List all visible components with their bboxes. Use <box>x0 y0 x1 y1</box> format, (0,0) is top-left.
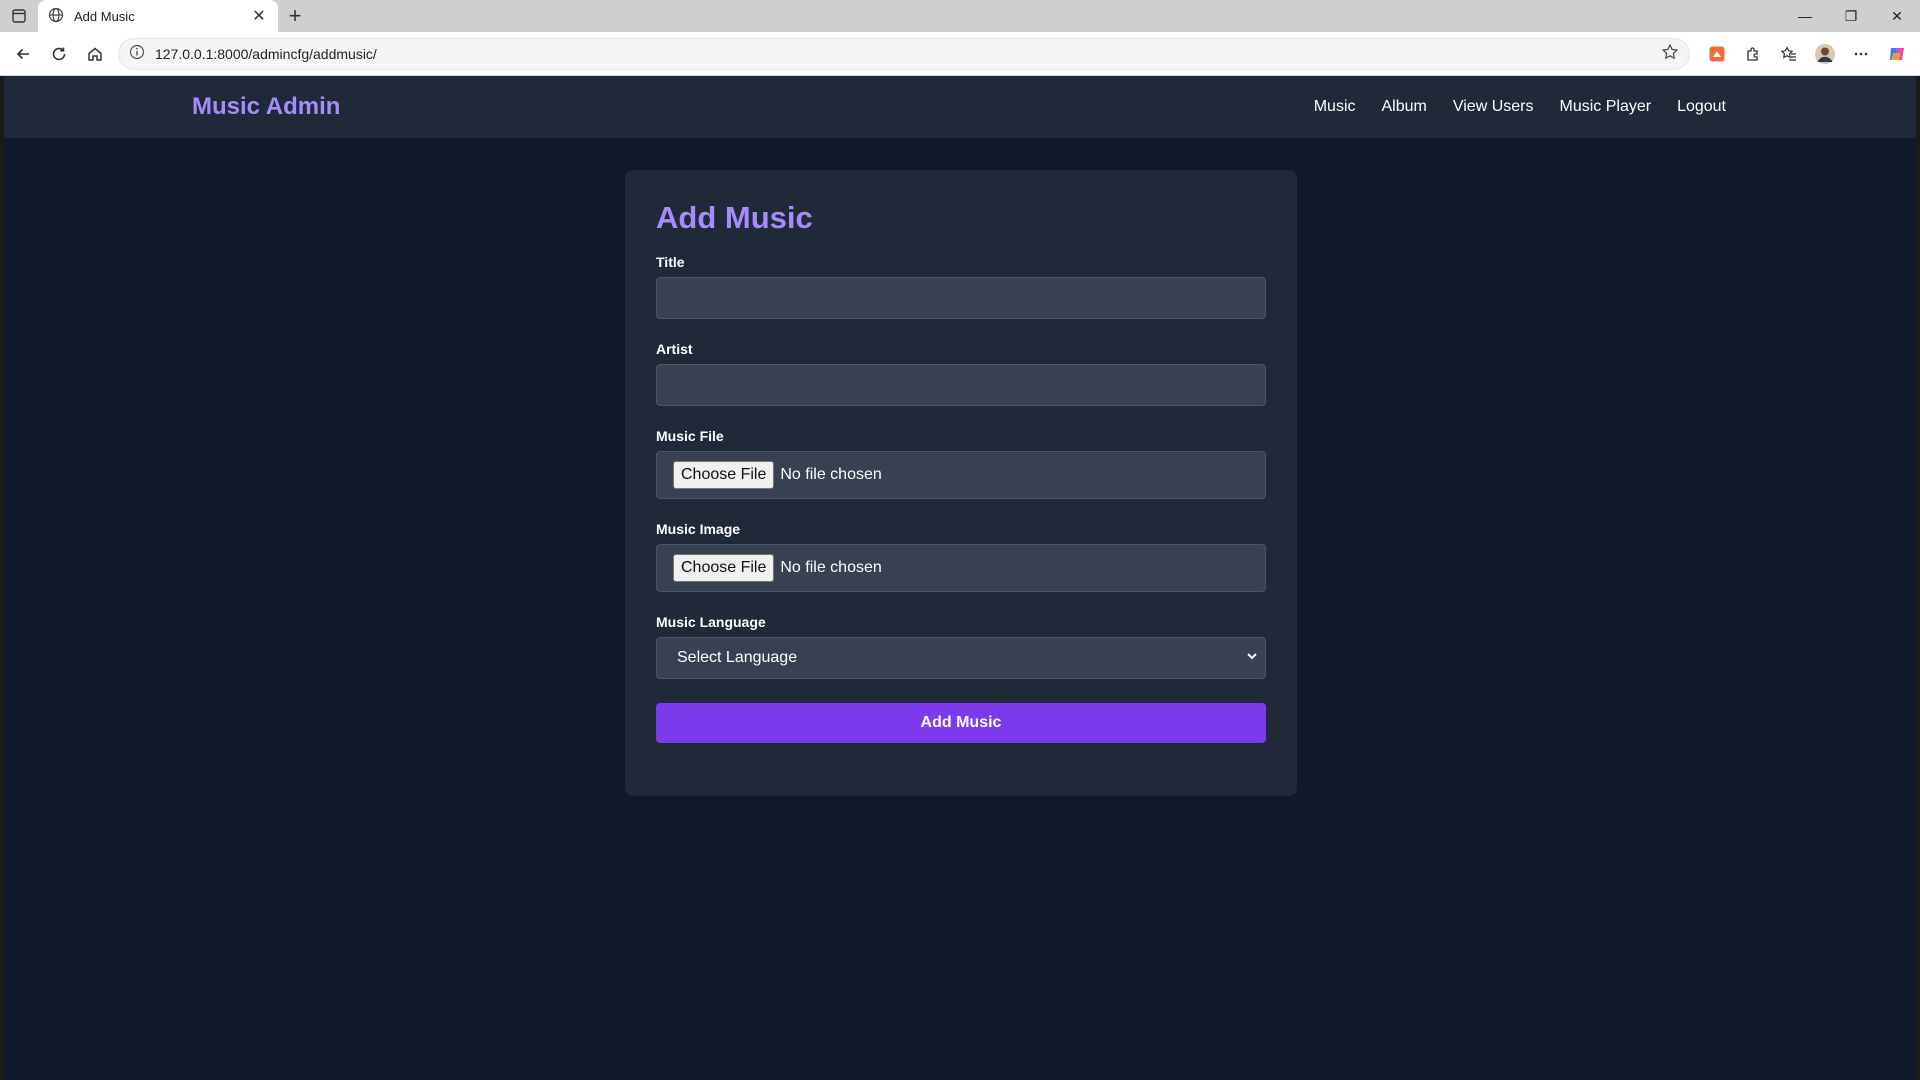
music-language-select[interactable]: Select Language <box>656 637 1266 679</box>
globe-icon <box>48 7 64 26</box>
music-image-field-group: Music Image Choose File No file chosen <box>656 521 1266 592</box>
site-navbar: Music Admin Music Album View Users Music… <box>4 76 1916 138</box>
favorite-star-icon[interactable] <box>1661 43 1679 64</box>
language-field-group: Music Language Select Language <box>656 614 1266 679</box>
home-icon[interactable] <box>78 37 112 71</box>
browser-toolbar: 127.0.0.1:8000/admincfg/addmusic/ <box>0 32 1920 76</box>
nav-link-music-player[interactable]: Music Player <box>1559 98 1651 116</box>
title-field-group: Title <box>656 254 1266 319</box>
music-file-input[interactable]: Choose File No file chosen <box>656 451 1266 499</box>
music-file-choose-button[interactable]: Choose File <box>673 461 775 489</box>
chevron-down-icon <box>1245 649 1259 668</box>
site-info-icon[interactable] <box>129 44 145 63</box>
extension-orange-icon[interactable] <box>1700 37 1734 71</box>
reload-icon[interactable] <box>42 37 76 71</box>
restore-icon[interactable]: ❐ <box>1828 0 1874 32</box>
extensions-puzzle-icon[interactable] <box>1736 37 1770 71</box>
nav-link-music[interactable]: Music <box>1314 98 1356 116</box>
nav-link-view-users[interactable]: View Users <box>1453 98 1534 116</box>
music-image-choose-button[interactable]: Choose File <box>673 554 775 582</box>
back-icon[interactable] <box>6 37 40 71</box>
brand-logo-text[interactable]: Music Admin <box>192 93 340 121</box>
address-bar[interactable]: 127.0.0.1:8000/admincfg/addmusic/ <box>118 37 1690 70</box>
language-selected-value: Select Language <box>677 649 798 666</box>
copilot-icon[interactable] <box>1880 37 1914 71</box>
profile-avatar[interactable] <box>1808 37 1842 71</box>
artist-field-group: Artist <box>656 341 1266 406</box>
nav-link-logout[interactable]: Logout <box>1677 98 1726 116</box>
browser-tab-active[interactable]: Add Music ✕ <box>38 0 278 32</box>
tab-title: Add Music <box>74 8 135 24</box>
url-text: 127.0.0.1:8000/admincfg/addmusic/ <box>155 45 377 62</box>
tab-close-icon[interactable]: ✕ <box>250 6 268 26</box>
more-options-icon[interactable] <box>1844 37 1878 71</box>
title-input[interactable] <box>656 277 1266 319</box>
music-image-input[interactable]: Choose File No file chosen <box>656 544 1266 592</box>
nav-link-album[interactable]: Album <box>1382 98 1427 116</box>
page-title: Add Music <box>656 200 813 235</box>
music-file-field-group: Music File Choose File No file chosen <box>656 428 1266 499</box>
artist-input[interactable] <box>656 364 1266 406</box>
favorites-icon[interactable] <box>1772 37 1806 71</box>
window-controls: — ❐ ✕ <box>1782 0 1920 32</box>
nav-links: Music Album View Users Music Player Logo… <box>1314 98 1726 116</box>
add-music-form-card: Add Music Title Artist Music File Choose… <box>625 170 1297 796</box>
new-tab-icon[interactable]: + <box>278 0 312 32</box>
tab-actions-icon[interactable] <box>0 0 38 32</box>
music-image-label: Music Image <box>656 521 741 537</box>
window-close-icon[interactable]: ✕ <box>1874 0 1920 32</box>
browser-tab-bar: Add Music ✕ + — ❐ ✕ <box>0 0 1920 32</box>
music-file-status: No file chosen <box>780 466 882 483</box>
title-label: Title <box>656 254 685 270</box>
artist-label: Artist <box>656 341 693 357</box>
add-music-submit-button[interactable]: Add Music <box>656 703 1266 743</box>
minimize-icon[interactable]: — <box>1782 0 1828 32</box>
music-language-label: Music Language <box>656 614 766 630</box>
page-viewport: Music Admin Music Album View Users Music… <box>0 76 1920 1080</box>
music-image-status: No file chosen <box>780 559 882 576</box>
music-file-label: Music File <box>656 428 724 444</box>
